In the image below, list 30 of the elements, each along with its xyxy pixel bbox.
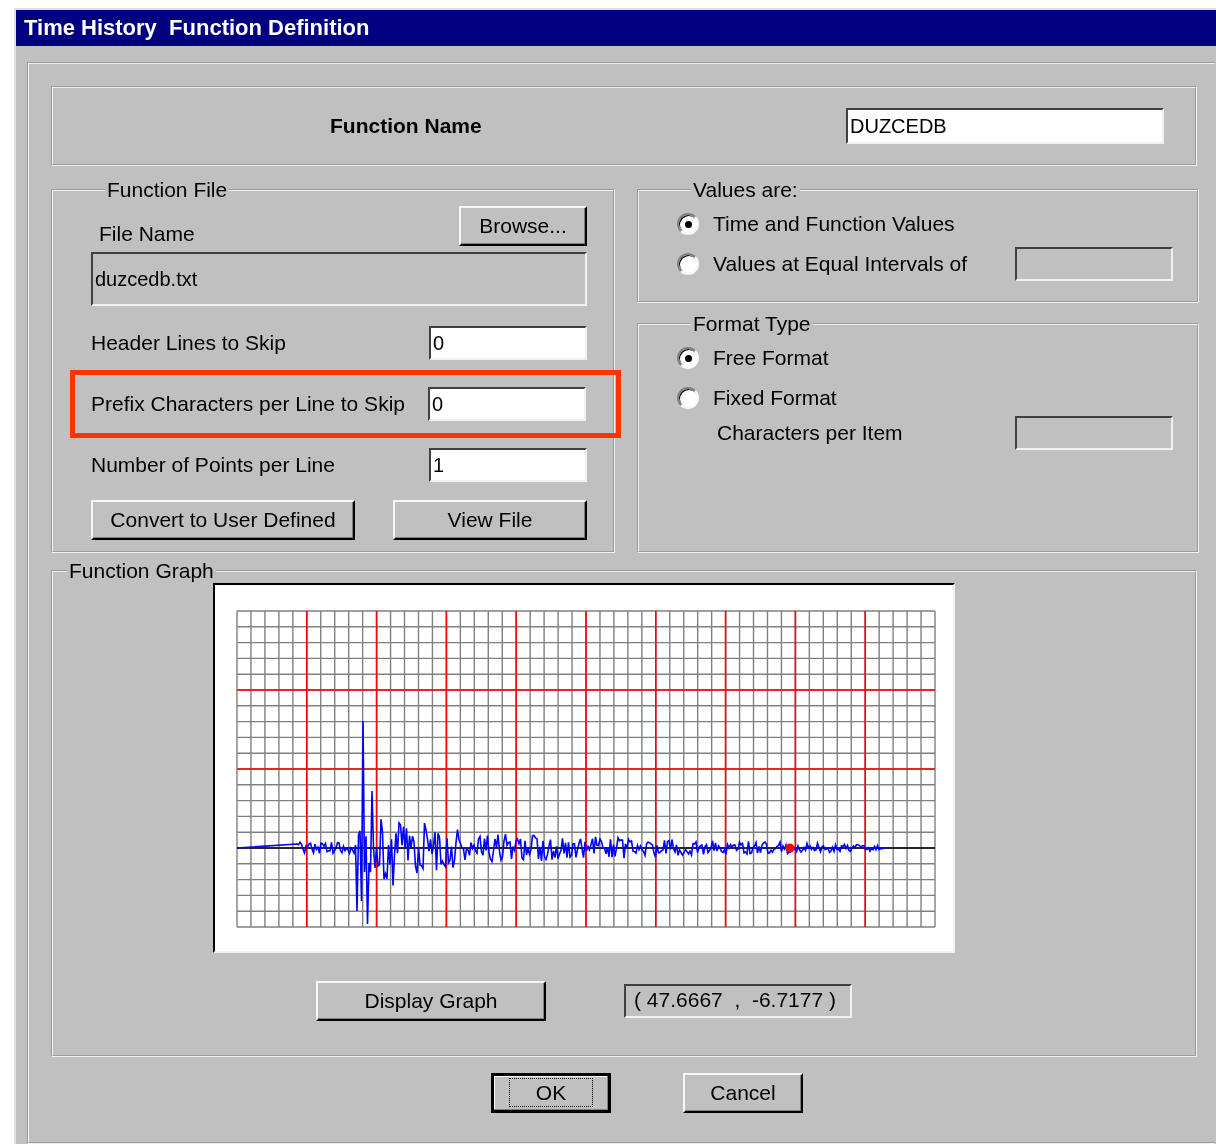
field-label: Number of Points per Line: [91, 453, 335, 477]
radio-button[interactable]: [677, 387, 699, 409]
group-label: Function Graph: [68, 559, 215, 583]
number-field[interactable]: 0: [429, 326, 587, 360]
window-title: Time History Function Definition: [24, 15, 370, 41]
display-graph-button[interactable]: Display Graph: [316, 981, 546, 1021]
function-name-label: Function Name: [330, 114, 483, 138]
field-label: Prefix Characters per Line to Skip: [91, 392, 405, 416]
number-field[interactable]: 1: [429, 448, 587, 482]
radio-button[interactable]: [677, 253, 699, 275]
radio-button[interactable]: [677, 213, 699, 235]
browse-button[interactable]: Browse...: [459, 206, 587, 246]
file-name-label: File Name: [99, 222, 195, 246]
number-field[interactable]: 0: [428, 387, 586, 421]
ok-button[interactable]: OK: [491, 1073, 611, 1113]
radio-button[interactable]: [677, 347, 699, 369]
cancel-button[interactable]: Cancel: [683, 1073, 803, 1113]
option-label: Time and Function Values: [713, 212, 956, 236]
option-label: Free Format: [713, 346, 830, 370]
field-label: Header Lines to Skip: [91, 331, 286, 355]
group-label: Values are:: [692, 178, 799, 202]
option-label: Fixed Format: [713, 386, 838, 410]
field-label: Characters per Item: [717, 421, 904, 445]
view-file-button[interactable]: View File: [393, 500, 587, 540]
convert-button[interactable]: Convert to User Defined: [91, 500, 355, 540]
option-label: Values at Equal Intervals of: [713, 252, 969, 276]
cursor-readout: ( 47.6667 , -6.7177 ): [624, 984, 852, 1018]
function-name-field[interactable]: DUZCEDB: [846, 108, 1164, 144]
group-label: Function File: [106, 178, 229, 202]
group-label: Format Type: [692, 312, 812, 336]
